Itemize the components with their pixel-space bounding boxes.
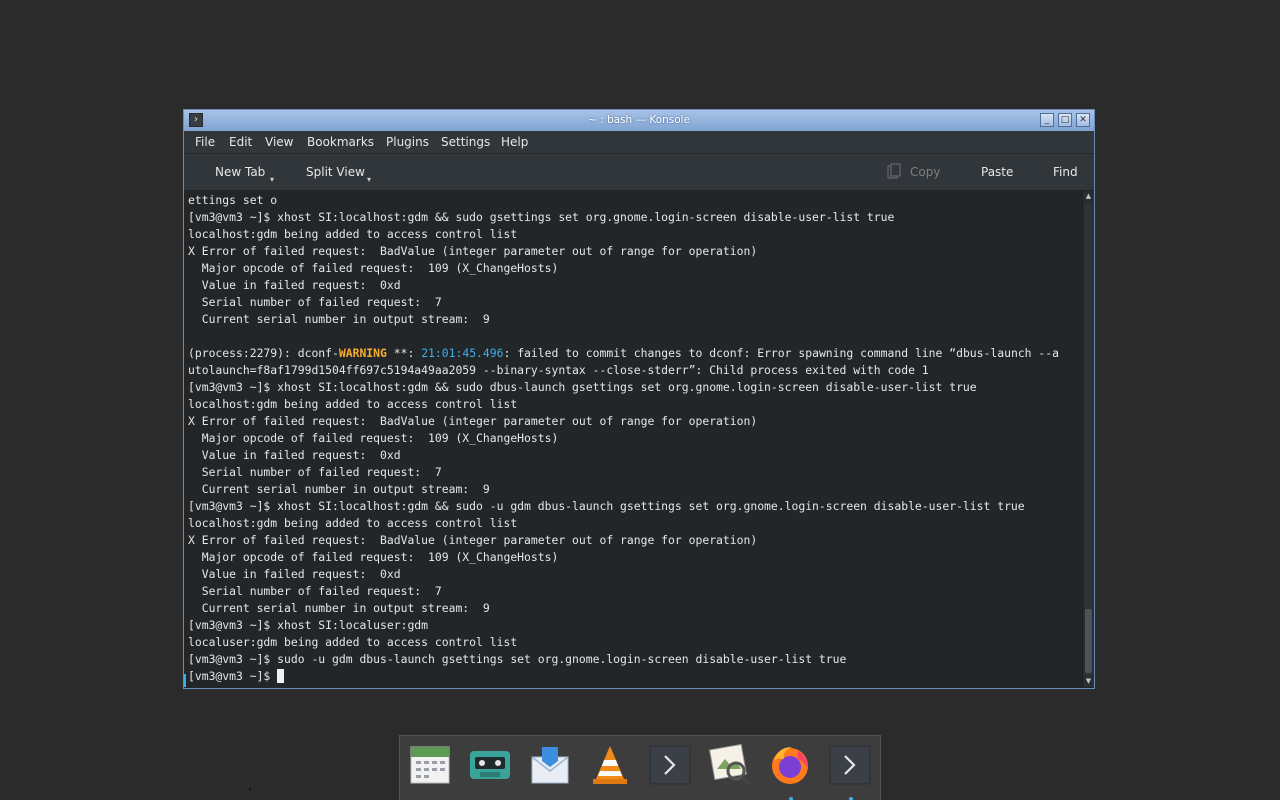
menu-settings[interactable]: Settings — [441, 135, 490, 149]
terminal-line: [vm3@vm3 ~]$ xhost SI:localhost:gdm && s… — [188, 499, 1025, 513]
warning-prefix: (process:2279): dconf- — [188, 346, 339, 360]
menu-edit[interactable]: Edit — [229, 135, 252, 149]
title-bar[interactable]: › ~ : bash — Konsole _ □ ✕ — [184, 110, 1094, 131]
terminal-line: X Error of failed request: BadValue (int… — [188, 244, 758, 258]
terminal-line: Major opcode of failed request: 109 (X_C… — [188, 261, 559, 275]
terminal-line: Current serial number in output stream: … — [188, 312, 490, 326]
copy-icon — [887, 163, 901, 179]
terminal-line: [vm3@vm3 ~]$ xhost SI:localuser:gdm — [188, 618, 429, 632]
terminal-warning-line: (process:2279): dconf-WARNING **: 21:01:… — [188, 345, 1082, 362]
new-tab-dropdown-icon[interactable]: ▾ — [270, 175, 274, 184]
terminal-line: Current serial number in output stream: … — [188, 601, 490, 615]
calendar-icon[interactable] — [408, 743, 452, 787]
copy-button[interactable]: Copy — [910, 165, 940, 179]
warning-timestamp: 21:01:45.496 — [421, 346, 504, 360]
firefox-icon[interactable] — [768, 743, 812, 787]
terminal-line: X Error of failed request: BadValue (int… — [188, 414, 758, 428]
scrollbar-thumb[interactable] — [1085, 609, 1092, 673]
vlc-icon[interactable] — [588, 743, 632, 787]
new-tab-button[interactable]: New Tab — [215, 165, 265, 179]
menu-file[interactable]: File — [195, 135, 215, 149]
warning-suffix: : failed to commit changes to dconf: Err… — [503, 346, 1059, 360]
text-cursor — [277, 669, 285, 683]
terminal-icon-2[interactable] — [828, 743, 872, 787]
terminal-line: Major opcode of failed request: 109 (X_C… — [188, 431, 559, 445]
terminal-line: Current serial number in output stream: … — [188, 482, 490, 496]
prompt: [vm3@vm3 ~]$ — [188, 669, 278, 683]
mouse-pointer-icon — [249, 788, 251, 790]
terminal-line: Serial number of failed request: 7 — [188, 584, 442, 598]
terminal-prompt-line[interactable]: [vm3@vm3 ~]$ — [188, 668, 1082, 685]
terminal-line: localhost:gdm being added to access cont… — [188, 227, 518, 241]
warning-level: WARNING — [338, 346, 387, 360]
menu-view[interactable]: View — [265, 135, 293, 149]
scrollbar-track[interactable] — [1085, 203, 1092, 675]
mail-icon[interactable] — [528, 743, 572, 787]
toolbar: New Tab ▾ Split View ▾ Copy Paste Find — [184, 154, 1094, 191]
terminal-line: [vm3@vm3 ~]$ xhost SI:localhost:gdm && s… — [188, 380, 977, 394]
scroll-down-arrow-icon[interactable]: ▼ — [1083, 676, 1094, 687]
active-prompt-marker — [184, 674, 186, 687]
split-view-dropdown-icon[interactable]: ▾ — [367, 175, 371, 184]
paste-button[interactable]: Paste — [981, 165, 1013, 179]
image-viewer-icon[interactable] — [708, 743, 752, 787]
terminal-line: Serial number of failed request: 7 — [188, 465, 442, 479]
menu-plugins[interactable]: Plugins — [386, 135, 429, 149]
terminal-line: utolaunch=f8af1799d1504ff697c5194a49aa20… — [188, 363, 929, 377]
terminal-output[interactable]: ettings set o [vm3@vm3 ~]$ xhost SI:loca… — [184, 191, 1082, 687]
minimize-button[interactable]: _ — [1040, 113, 1054, 127]
dock — [399, 735, 881, 800]
terminal-line: [vm3@vm3 ~]$ xhost SI:localhost:gdm && s… — [188, 210, 895, 224]
terminal-line: Serial number of failed request: 7 — [188, 295, 442, 309]
menu-bar: File Edit View Bookmarks Plugins Setting… — [184, 131, 1094, 154]
terminal-line: Value in failed request: 0xd — [188, 278, 401, 292]
terminal-line: localhost:gdm being added to access cont… — [188, 516, 518, 530]
terminal-line: X Error of failed request: BadValue (int… — [188, 533, 758, 547]
split-view-button[interactable]: Split View — [306, 165, 365, 179]
terminal-line: localuser:gdm being added to access cont… — [188, 635, 518, 649]
terminal-line: Value in failed request: 0xd — [188, 567, 401, 581]
konsole-window: › ~ : bash — Konsole _ □ ✕ File Edit Vie… — [183, 109, 1095, 689]
menu-help[interactable]: Help — [501, 135, 528, 149]
close-button[interactable]: ✕ — [1076, 113, 1090, 127]
terminal-line: Value in failed request: 0xd — [188, 448, 401, 462]
scroll-up-arrow-icon[interactable]: ▲ — [1083, 191, 1094, 202]
terminal-scrollbar[interactable]: ▲ ▼ — [1082, 191, 1094, 687]
warning-middle: **: — [386, 346, 422, 360]
terminal-line: localhost:gdm being added to access cont… — [188, 397, 518, 411]
window-title: ~ : bash — Konsole — [587, 114, 691, 126]
maximize-button[interactable]: □ — [1058, 113, 1072, 127]
terminal-line: ettings set o — [188, 193, 278, 207]
menu-bookmarks[interactable]: Bookmarks — [307, 135, 374, 149]
terminal-icon[interactable] — [648, 743, 692, 787]
cassette-player-icon[interactable] — [468, 743, 512, 787]
desktop: › ~ : bash — Konsole _ □ ✕ File Edit Vie… — [0, 0, 1280, 800]
terminal-line: Major opcode of failed request: 109 (X_C… — [188, 550, 559, 564]
find-button[interactable]: Find — [1053, 165, 1078, 179]
terminal-line: [vm3@vm3 ~]$ sudo -u gdm dbus-launch gse… — [188, 652, 847, 666]
